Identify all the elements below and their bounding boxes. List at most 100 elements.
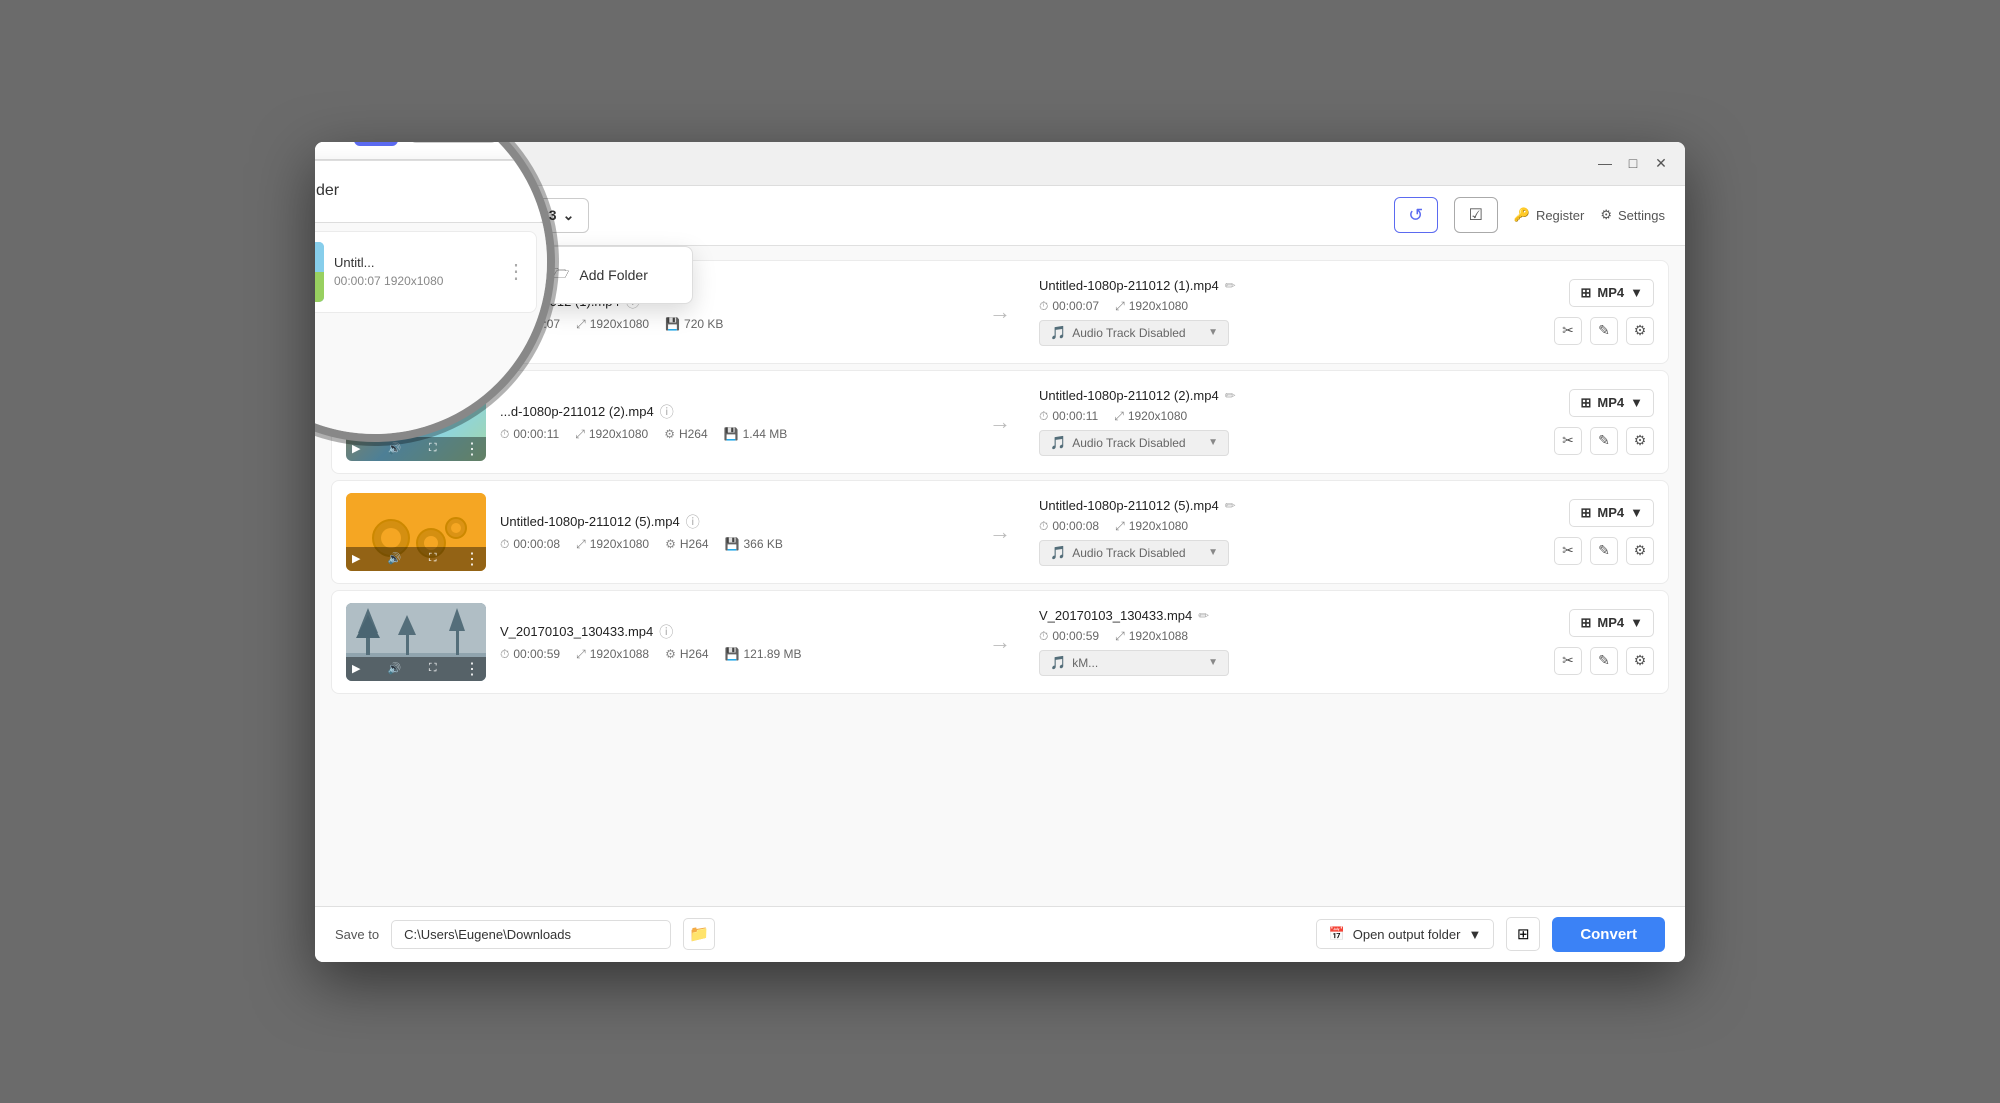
minimize-button[interactable]: — <box>1597 155 1613 171</box>
format-badge-1[interactable]: ⊞ MP4 ▼ <box>1569 279 1654 307</box>
edit-action-icon[interactable]: ✎ <box>1590 317 1618 345</box>
grid-icon: ⊞ <box>1517 925 1530 943</box>
arrow-separator: → <box>975 519 1025 545</box>
more-options-icon[interactable]: ⋮ <box>464 549 480 569</box>
edit-icon[interactable]: ✏ <box>1225 388 1236 404</box>
close-button[interactable]: ✕ <box>1653 155 1669 171</box>
cut-icon[interactable]: ✂ <box>1554 537 1582 565</box>
arrow-separator: → <box>975 299 1025 325</box>
grid-view-button[interactable]: ⊞ <box>1506 917 1540 951</box>
window-controls: — □ ✕ <box>1597 155 1669 171</box>
more-options-icon[interactable]: ⋮ <box>464 439 480 459</box>
convert-button[interactable]: Convert <box>1552 917 1665 952</box>
input-size: 1.44 MB <box>743 427 788 441</box>
edit-icon[interactable]: ✏ <box>1198 608 1209 624</box>
resolution-icon: ⤢ <box>575 427 585 442</box>
resolution-icon: ⤢ <box>576 647 586 662</box>
format-down-icon: ▼ <box>1630 505 1643 520</box>
format-value: MP4 <box>1597 285 1624 300</box>
mag-dropdown-arrow-button[interactable]: ⌄ <box>354 142 398 147</box>
volume-icon[interactable]: 🔊 <box>388 552 402 565</box>
register-button[interactable]: 🔑 Register <box>1514 207 1585 223</box>
save-path-input[interactable] <box>391 920 671 949</box>
refresh-convert-button[interactable]: ↺ <box>1394 197 1438 233</box>
settings-button[interactable]: ⚙ Settings <box>1600 207 1665 223</box>
play-icon[interactable]: ▶ <box>352 552 360 565</box>
toolbar-right: ↺ ☑ 🔑 Register ⚙ Settings <box>1394 197 1665 233</box>
format-badge-3[interactable]: ⊞ MP4 ▼ <box>1569 499 1654 527</box>
info-icon[interactable]: ⓘ <box>659 622 673 642</box>
input-resolution: 1920x1080 <box>589 427 648 441</box>
checklist-button[interactable]: ☑ <box>1454 197 1498 233</box>
magnifier-more-icon[interactable]: ⋮ <box>506 259 526 284</box>
input-filename: V_20170103_130433.mp4 <box>500 624 653 639</box>
fullscreen-icon[interactable]: ⛶ <box>429 662 437 675</box>
browse-folder-button[interactable]: 📁 <box>683 918 715 950</box>
fullscreen-icon[interactable]: ⛶ <box>429 552 437 565</box>
open-output-folder-button[interactable]: 📅 Open output folder ▼ <box>1316 919 1495 949</box>
audio-chevron-icon: ▼ <box>1208 657 1218 668</box>
edit-action-icon[interactable]: ✎ <box>1590 647 1618 675</box>
output-resolution: 1920x1088 <box>1129 629 1188 643</box>
calendar-icon: 📅 <box>1329 926 1345 942</box>
edit-icon[interactable]: ✏ <box>1225 498 1236 514</box>
fx-icon[interactable]: ⚙ <box>1626 317 1654 345</box>
input-codec: H264 <box>680 537 709 551</box>
add-folder-item[interactable]: 🗁 Add Folder <box>534 253 692 297</box>
info-icon[interactable]: ⓘ <box>686 512 700 532</box>
file-info-2: ...d-1080p-211012 (2).mp4 ⓘ ⏱ 00:00:11 ⤢… <box>486 402 975 442</box>
fx-icon[interactable]: ⚙ <box>1626 537 1654 565</box>
key-icon: 🔑 <box>1514 207 1530 223</box>
output-duration: 00:00:59 <box>1052 629 1099 643</box>
thumbnail-3: ▶ 🔊 ⛶ ⋮ <box>346 493 486 571</box>
resolution-icon: ⤢ <box>1115 519 1125 534</box>
action-icons-2: ✂ ✎ ⚙ <box>1554 427 1654 455</box>
format-badge-2[interactable]: ⊞ MP4 ▼ <box>1569 389 1654 417</box>
format-value: MP4 <box>1597 615 1624 630</box>
output-resolution: 1920x1080 <box>1129 299 1188 313</box>
format-grid-icon: ⊞ <box>1580 615 1591 631</box>
clock-icon: ⏱ <box>500 647 509 662</box>
audio-track-dropdown-3[interactable]: 🎵 Audio Track Disabled ▼ <box>1039 540 1229 566</box>
format-badge-4[interactable]: ⊞ MP4 ▼ <box>1569 609 1654 637</box>
more-options-icon[interactable]: ⋮ <box>464 659 480 679</box>
input-filename: ...d-1080p-211012 (2).mp4 <box>500 404 654 419</box>
edit-action-icon[interactable]: ✎ <box>1590 537 1618 565</box>
maximize-button[interactable]: □ <box>1625 155 1641 171</box>
play-icon[interactable]: ▶ <box>352 442 360 455</box>
input-size: 121.89 MB <box>744 647 802 661</box>
fx-icon[interactable]: ⚙ <box>1626 427 1654 455</box>
volume-icon[interactable]: 🔊 <box>388 662 402 675</box>
volume-icon[interactable]: 🔊 <box>388 442 402 455</box>
mag-add-files-button[interactable]: 📄 Add Files <box>315 142 342 143</box>
audio-track-dropdown-2[interactable]: 🎵 Audio Track Disabled ▼ <box>1039 430 1229 456</box>
status-bar: Save to 📁 📅 Open output folder ▼ ⊞ Conve… <box>315 906 1685 962</box>
play-icon[interactable]: ▶ <box>352 662 360 675</box>
dropdown-chevron-icon: ▼ <box>1468 927 1481 942</box>
info-icon[interactable]: ⓘ <box>660 402 674 422</box>
file-info-3: Untitled-1080p-211012 (5).mp4 ⓘ ⏱ 00:00:… <box>486 512 975 552</box>
magnifier-file-row: Download NOW Untitl... 00:00:07 1920x108… <box>315 231 537 313</box>
format-value: MP4 <box>1597 395 1624 410</box>
fullscreen-icon[interactable]: ⛶ <box>429 442 437 455</box>
cut-icon[interactable]: ✂ <box>1554 427 1582 455</box>
mag-add-folder-item[interactable]: 🗂 Add Folder <box>315 167 546 216</box>
audio-icon: 🎵 <box>1050 545 1066 561</box>
refresh-icon: ↺ <box>1408 205 1423 226</box>
audio-track-dropdown-1[interactable]: 🎵 Audio Track Disabled ▼ <box>1039 320 1229 346</box>
codec-icon: ⚙ <box>664 427 675 441</box>
format-grid-icon: ⊞ <box>1580 395 1591 411</box>
output-filename: Untitled-1080p-211012 (1).mp4 <box>1039 278 1219 293</box>
magnifier-file-info: Untitl... 00:00:07 1920x1080 <box>334 255 496 288</box>
mag-format-dropdown[interactable]: MP3 ⌄ <box>410 142 496 144</box>
cut-icon[interactable]: ✂ <box>1554 317 1582 345</box>
edit-action-icon[interactable]: ✎ <box>1590 427 1618 455</box>
edit-icon[interactable]: ✏ <box>1225 278 1236 294</box>
cut-icon[interactable]: ✂ <box>1554 647 1582 675</box>
audio-track-dropdown-4[interactable]: 🎵 kM... ▼ <box>1039 650 1229 676</box>
input-resolution: 1920x1080 <box>590 537 649 551</box>
fx-icon[interactable]: ⚙ <box>1626 647 1654 675</box>
filesize-icon: 💾 <box>665 317 680 331</box>
output-actions-3: ⊞ MP4 ▼ ✂ ✎ ⚙ <box>1514 499 1654 565</box>
output-actions-1: ⊞ MP4 ▼ ✂ ✎ ⚙ <box>1514 279 1654 345</box>
